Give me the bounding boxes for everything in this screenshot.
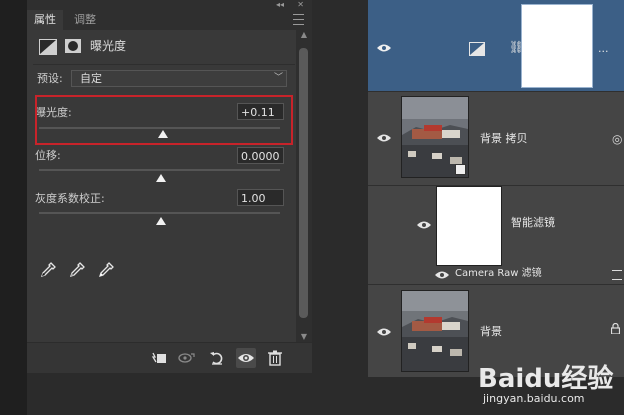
layers-panel: ⛓ ... 背景 拷贝 ◎ 智能滤镜 Camera Raw 滤镜 背景 <box>368 0 624 378</box>
divider <box>33 64 295 65</box>
panel-tab-bar: 属性 调整 <box>27 10 312 30</box>
scrollbar-thumb[interactable] <box>299 48 308 318</box>
layer-mask-thumbnail[interactable] <box>521 4 593 88</box>
collapse-icon[interactable]: ◂◂ <box>276 0 284 10</box>
layer-row-smart-filter[interactable]: 智能滤镜 Camera Raw 滤镜 <box>368 186 624 285</box>
scrollbar[interactable]: ▲ ▼ <box>296 30 312 342</box>
layer-options-ellipsis[interactable]: ... <box>598 42 609 56</box>
tab-adjustments[interactable]: 调整 <box>67 10 103 30</box>
visibility-eye-icon[interactable] <box>236 348 256 368</box>
gamma-slider-thumb[interactable] <box>156 217 166 225</box>
chevron-down-icon: ﹀ <box>273 73 283 83</box>
mask-icon[interactable] <box>65 39 81 53</box>
layer-visibility-eye-icon[interactable] <box>377 43 391 53</box>
filter-visibility-eye-icon[interactable] <box>435 270 449 279</box>
eyedropper-white-icon[interactable] <box>98 262 114 278</box>
trash-icon[interactable] <box>265 348 285 368</box>
watermark-logo: Baidu经验 <box>478 364 614 394</box>
offset-label: 位移: <box>35 149 61 162</box>
scroll-down-arrow-icon[interactable]: ▼ <box>296 332 312 342</box>
gamma-label: 灰度系数校正: <box>35 192 105 205</box>
layer-name[interactable]: 背景 <box>480 325 502 339</box>
layer-row-exposure[interactable]: ⛓ ... <box>368 0 624 92</box>
offset-slider-thumb[interactable] <box>156 174 166 182</box>
properties-panel: ◂◂ ✕ 属性 调整 曝光度 预设: 自定 ﹀ 曝光度: +0.11 位移: 0… <box>27 0 313 373</box>
gamma-slider-track[interactable] <box>39 212 280 214</box>
camera-raw-filter-label[interactable]: Camera Raw 滤镜 <box>455 267 542 281</box>
tab-properties[interactable]: 属性 <box>27 10 63 30</box>
smart-filter-label: 智能滤镜 <box>511 216 555 229</box>
preset-label: 预设: <box>37 72 63 85</box>
left-dock-strip <box>0 0 27 415</box>
offset-slider-track[interactable] <box>39 169 280 171</box>
lock-icon <box>610 322 621 335</box>
layer-thumbnail <box>401 290 469 372</box>
panel-top-bar: ◂◂ ✕ <box>27 0 312 10</box>
eyedropper-gray-icon[interactable] <box>69 262 85 278</box>
layer-visibility-eye-icon[interactable] <box>377 133 391 143</box>
exposure-adjustment-icon[interactable] <box>39 39 57 55</box>
eyedropper-black-icon[interactable] <box>40 262 56 278</box>
layer-thumbnail <box>401 96 469 178</box>
preset-select[interactable]: 自定 ﹀ <box>71 70 287 87</box>
reset-icon[interactable] <box>207 348 227 368</box>
smart-object-badge-icon <box>455 164 466 175</box>
scroll-up-arrow-icon[interactable]: ▲ <box>296 30 312 40</box>
clip-to-layer-icon[interactable] <box>149 348 169 368</box>
highlight-box <box>35 95 293 145</box>
offset-value-input[interactable]: 0.0000 <box>237 147 284 164</box>
smart-filter-visibility-eye-icon[interactable] <box>417 220 431 230</box>
layer-row-background-copy[interactable]: 背景 拷贝 ◎ <box>368 92 624 186</box>
gamma-value-input[interactable]: 1.00 <box>237 189 284 206</box>
panel-gap <box>312 0 368 415</box>
smart-filter-mask-thumbnail[interactable] <box>436 186 502 266</box>
layer-name[interactable]: 背景 拷贝 <box>480 132 528 146</box>
layer-visibility-eye-icon[interactable] <box>377 327 391 337</box>
panel-menu-icon[interactable] <box>293 14 304 25</box>
panel-bottom-toolbar <box>27 342 312 373</box>
close-icon[interactable]: ✕ <box>297 0 304 10</box>
preset-value: 自定 <box>80 72 102 85</box>
watermark-url: jingyan.baidu.com <box>483 392 585 405</box>
panel-heading: 曝光度 <box>90 39 127 53</box>
exposure-layer-icon <box>469 42 485 56</box>
view-previous-state-icon[interactable] <box>177 348 197 368</box>
filter-blending-options-icon[interactable] <box>612 270 622 280</box>
link-chain-icon[interactable]: ⛓ <box>509 38 524 56</box>
filter-effects-icon[interactable]: ◎ <box>612 132 622 146</box>
